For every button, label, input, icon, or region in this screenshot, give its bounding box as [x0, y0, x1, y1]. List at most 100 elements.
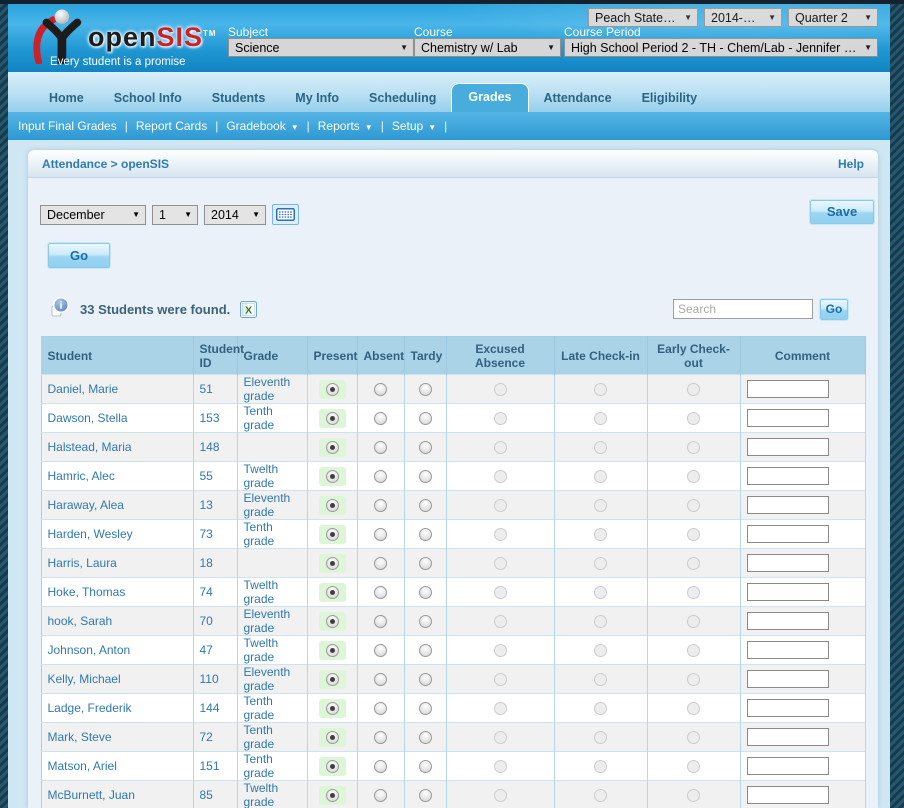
tardy-radio[interactable] [419, 470, 432, 483]
present-radio[interactable] [326, 528, 339, 541]
comment-input[interactable] [747, 757, 829, 775]
comment-cell [740, 520, 865, 549]
tab-grades[interactable]: Grades [451, 83, 528, 112]
present-radio[interactable] [326, 557, 339, 570]
tab-home[interactable]: Home [34, 85, 99, 112]
present-highlight [319, 554, 346, 573]
calendar-icon[interactable] [272, 204, 299, 225]
comment-input[interactable] [747, 380, 829, 398]
go-button[interactable]: Go [48, 243, 110, 268]
present-radio[interactable] [326, 586, 339, 599]
tardy-radio[interactable] [419, 499, 432, 512]
absent-radio[interactable] [374, 499, 387, 512]
absent-radio[interactable] [374, 441, 387, 454]
school-year-select[interactable]: 2014-2015▼ [704, 8, 782, 27]
absent-radio[interactable] [374, 789, 387, 802]
absent-radio[interactable] [374, 586, 387, 599]
comment-input[interactable] [747, 786, 829, 804]
tardy-radio[interactable] [419, 586, 432, 599]
subnav-item-gradebook[interactable]: Gradebook▼ [226, 119, 298, 133]
comment-input[interactable] [747, 612, 829, 630]
grade-cell: Eleventh grade [237, 375, 307, 404]
search-go-button[interactable]: Go [820, 299, 848, 320]
course-period-select[interactable]: High School Period 2 - TH - Chem/Lab - J… [564, 38, 878, 57]
content-area: Attendance > openSIS Help Save December▼… [8, 140, 890, 808]
tardy-radio[interactable] [419, 412, 432, 425]
excel-export-icon[interactable]: X [240, 301, 257, 318]
month-select[interactable]: December▼ [40, 205, 146, 225]
absent-radio[interactable] [374, 731, 387, 744]
tab-school-info[interactable]: School Info [99, 85, 197, 112]
comment-input[interactable] [747, 467, 829, 485]
present-radio[interactable] [326, 499, 339, 512]
subnav-item-input-final-grades[interactable]: Input Final Grades [18, 119, 117, 133]
absent-radio[interactable] [374, 702, 387, 715]
early-check-out-cell [647, 781, 740, 808]
year-select[interactable]: 2014▼ [204, 205, 266, 225]
tardy-radio[interactable] [419, 615, 432, 628]
save-button[interactable]: Save [810, 200, 874, 224]
present-radio[interactable] [326, 470, 339, 483]
tardy-radio[interactable] [419, 557, 432, 570]
present-highlight [319, 380, 346, 399]
absent-radio[interactable] [374, 644, 387, 657]
breadcrumb[interactable]: Attendance > openSIS [42, 157, 169, 171]
tab-eligibility[interactable]: Eligibility [627, 85, 713, 112]
grade-cell: Twelth grade [237, 781, 307, 808]
tardy-radio[interactable] [419, 702, 432, 715]
comment-input[interactable] [747, 728, 829, 746]
comment-input[interactable] [747, 583, 829, 601]
early-check-out-cell [647, 433, 740, 462]
absent-radio[interactable] [374, 557, 387, 570]
absent-radio[interactable] [374, 528, 387, 541]
subnav-item-reports[interactable]: Reports▼ [318, 119, 373, 133]
absent-radio[interactable] [374, 673, 387, 686]
tab-students[interactable]: Students [197, 85, 280, 112]
comment-input[interactable] [747, 438, 829, 456]
comment-input[interactable] [747, 699, 829, 717]
search-input[interactable] [673, 299, 813, 319]
comment-input[interactable] [747, 409, 829, 427]
tardy-radio[interactable] [419, 441, 432, 454]
absent-radio[interactable] [374, 615, 387, 628]
present-radio[interactable] [326, 412, 339, 425]
comment-input[interactable] [747, 525, 829, 543]
tardy-radio[interactable] [419, 731, 432, 744]
present-radio[interactable] [326, 789, 339, 802]
absent-radio[interactable] [374, 470, 387, 483]
absent-radio[interactable] [374, 412, 387, 425]
absent-radio[interactable] [374, 383, 387, 396]
present-radio[interactable] [326, 644, 339, 657]
present-radio[interactable] [326, 702, 339, 715]
tab-attendance[interactable]: Attendance [529, 85, 627, 112]
present-radio[interactable] [326, 760, 339, 773]
day-select[interactable]: 1▼ [152, 205, 198, 225]
help-link[interactable]: Help [838, 157, 864, 171]
tardy-radio[interactable] [419, 760, 432, 773]
present-radio[interactable] [326, 383, 339, 396]
comment-input[interactable] [747, 641, 829, 659]
present-radio[interactable] [326, 441, 339, 454]
tardy-radio[interactable] [419, 673, 432, 686]
subnav-item-report-cards[interactable]: Report Cards [136, 119, 207, 133]
table-row: McBurnett, Juan85Twelth grade [41, 781, 865, 808]
comment-input[interactable] [747, 554, 829, 572]
tardy-radio[interactable] [419, 789, 432, 802]
present-cell [307, 520, 357, 549]
present-radio[interactable] [326, 731, 339, 744]
comment-input[interactable] [747, 670, 829, 688]
course-select[interactable]: Chemistry w/ Lab▼ [414, 38, 561, 57]
quarter-select[interactable]: Quarter 2▼ [788, 8, 878, 27]
tab-scheduling[interactable]: Scheduling [354, 85, 451, 112]
absent-radio[interactable] [374, 760, 387, 773]
tardy-radio[interactable] [419, 528, 432, 541]
tardy-radio[interactable] [419, 644, 432, 657]
student-id-cell: 153 [193, 404, 237, 433]
subnav-item-setup[interactable]: Setup▼ [392, 119, 436, 133]
present-radio[interactable] [326, 615, 339, 628]
tab-my-info[interactable]: My Info [280, 85, 354, 112]
present-radio[interactable] [326, 673, 339, 686]
subject-select[interactable]: Science▼ [228, 38, 414, 57]
tardy-radio[interactable] [419, 383, 432, 396]
comment-input[interactable] [747, 496, 829, 514]
